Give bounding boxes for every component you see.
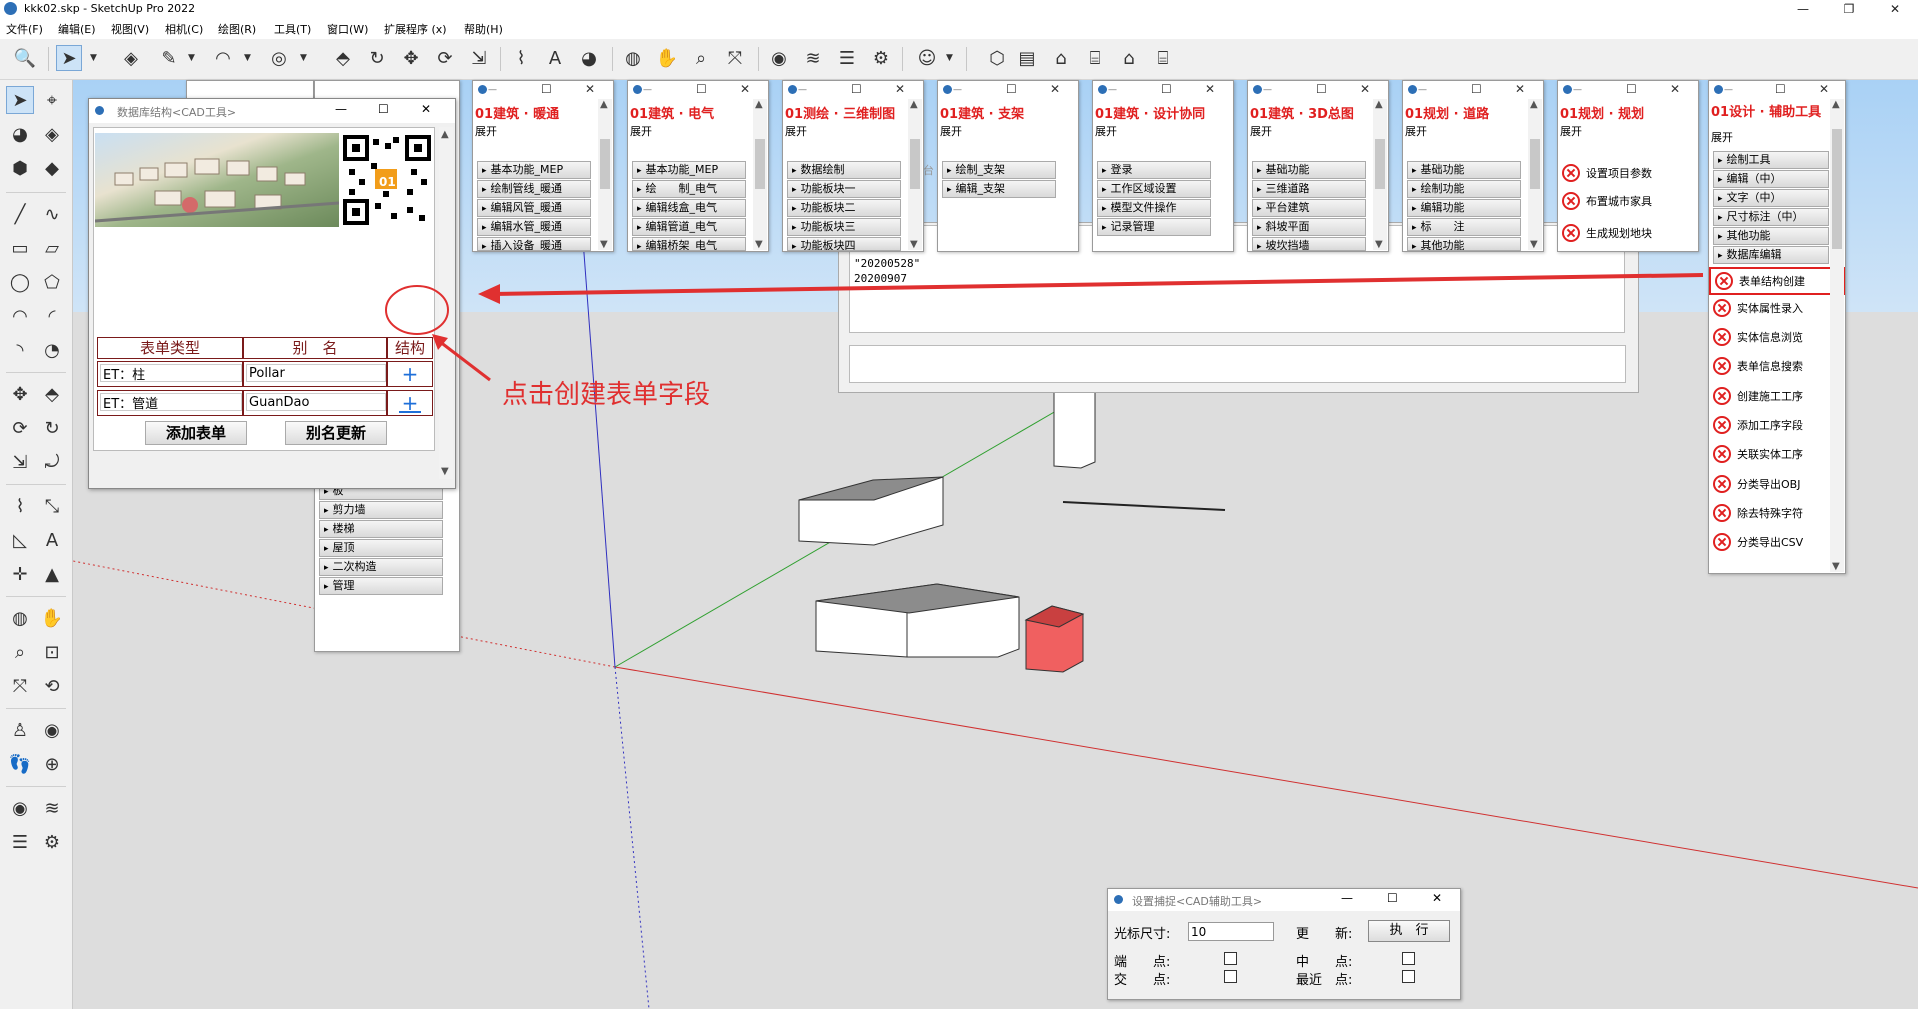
endpoint-checkbox[interactable] <box>1224 952 1237 965</box>
snap-titlebar: 设置捕捉<CAD辅助工具> — ☐ ✕ <box>1108 889 1460 911</box>
intersection-label: 交 点: <box>1114 973 1171 988</box>
dialog-logo-icon <box>1114 895 1123 904</box>
midpoint-label: 中 点: <box>1296 955 1353 970</box>
snap-maximize-icon[interactable]: ☐ <box>1387 891 1398 905</box>
cursor-size-input[interactable] <box>1188 922 1274 941</box>
nearest-checkbox[interactable] <box>1402 970 1415 983</box>
snap-settings-dialog: 设置捕捉<CAD辅助工具> — ☐ ✕ 光标尺寸: 更 新: 执 行 端 点: … <box>1107 888 1461 1000</box>
callout-arrow-line <box>434 336 491 382</box>
endpoint-label: 端 点: <box>1114 955 1171 970</box>
update-label: 更 新: <box>1296 927 1353 942</box>
nearest-label: 最近 点: <box>1296 973 1353 988</box>
pointer-arrow-line <box>491 273 1704 296</box>
midpoint-checkbox[interactable] <box>1402 952 1415 965</box>
annotation-text: 点击创建表单字段 <box>502 380 711 410</box>
snap-title: 设置捕捉<CAD辅助工具> <box>1132 895 1263 908</box>
cursor-size-label: 光标尺寸: <box>1114 927 1171 942</box>
pointer-arrow-head <box>478 284 500 304</box>
snap-close-icon[interactable]: ✕ <box>1432 891 1442 905</box>
snap-minimize-icon[interactable]: — <box>1341 891 1353 905</box>
execute-button[interactable]: 执 行 <box>1368 920 1450 942</box>
highlight-circle <box>385 285 449 335</box>
annotation-overlay <box>385 273 1704 382</box>
intersection-checkbox[interactable] <box>1224 970 1237 983</box>
